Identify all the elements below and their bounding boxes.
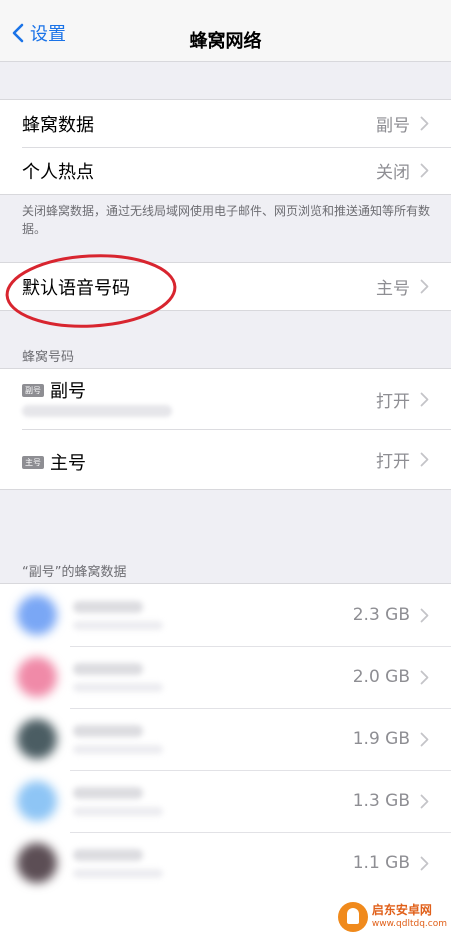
app-icon	[17, 657, 57, 697]
app-usage-value: 1.9 GB	[352, 729, 410, 749]
personal-hotspot-value: 关闭	[376, 163, 410, 183]
chevron-right-icon	[420, 116, 429, 131]
sim-badge: 副号	[22, 383, 44, 397]
sim-status-value: 打开	[376, 451, 410, 472]
sim-section-header: 蜂窝号码	[22, 350, 75, 365]
default-voice-number-label: 默认语音号码	[22, 277, 130, 299]
blurred-app-info	[15, 708, 240, 770]
app-usage-row[interactable]: 1.9 GB	[0, 708, 451, 770]
chevron-right-icon	[420, 732, 429, 746]
app-usage-value: 1.3 GB	[352, 791, 410, 811]
site-watermark: 启东安卓网 www.qdltdq.com	[337, 902, 447, 932]
voice-number-group: 默认语音号码 主号	[0, 262, 451, 311]
chevron-right-icon	[420, 279, 429, 294]
app-usage-value: 2.3 GB	[352, 605, 410, 625]
app-usage-row[interactable]: 2.0 GB	[0, 646, 451, 708]
sim-row-primary[interactable]: 主号 主号 打开	[0, 429, 451, 489]
cellular-settings-group: 蜂窝数据 副号 个人热点 关闭	[0, 99, 451, 195]
app-icon	[17, 843, 57, 883]
chevron-right-icon	[420, 392, 429, 406]
blurred-app-info	[15, 832, 240, 894]
watermark-logo-icon	[337, 902, 368, 932]
app-icon	[17, 719, 57, 759]
cellular-data-row[interactable]: 蜂窝数据 副号	[0, 100, 451, 147]
app-usage-value: 1.1 GB	[352, 853, 410, 873]
cellular-data-value: 副号	[376, 116, 410, 136]
chevron-right-icon	[420, 452, 429, 466]
default-voice-number-value: 主号	[376, 279, 410, 299]
personal-hotspot-label: 个人热点	[22, 161, 94, 183]
chevron-right-icon	[420, 608, 429, 622]
app-icon	[17, 595, 57, 635]
blurred-app-info	[15, 770, 240, 832]
blurred-app-info	[15, 584, 240, 646]
app-usage-value: 2.0 GB	[352, 667, 410, 687]
default-voice-number-row[interactable]: 默认语音号码 主号	[0, 263, 451, 310]
usage-section-header: “副号”的蜂窝数据	[22, 565, 127, 580]
personal-hotspot-row[interactable]: 个人热点 关闭	[0, 147, 451, 194]
chevron-right-icon	[420, 856, 429, 870]
app-usage-row[interactable]: 1.3 GB	[0, 770, 451, 832]
chevron-right-icon	[420, 794, 429, 808]
chevron-right-icon	[420, 163, 429, 178]
sim-info: 主号 主号	[22, 429, 376, 489]
blurred-phone-number	[22, 405, 172, 417]
page-title: 蜂窝网络	[189, 31, 262, 52]
sim-status-value: 打开	[376, 391, 410, 412]
cellular-data-note: 关闭蜂窝数据，通过无线局域网使用电子邮件、网页浏览和推送通知等所有数据。	[22, 204, 431, 236]
sim-numbers-group: 副号 副号 打开 主号 主号 打开	[0, 368, 451, 490]
cellular-data-label: 蜂窝数据	[22, 114, 94, 136]
watermark-url: www.qdltdq.com	[371, 919, 447, 929]
navigation-bar: 设置 蜂窝网络	[0, 0, 451, 62]
watermark-name: 启东安卓网	[371, 903, 432, 917]
sim-name: 副号	[50, 381, 86, 402]
chevron-right-icon	[420, 670, 429, 684]
app-usage-list: 2.3 GB 2.0 GB 1.9 GB 1.3 GB 1.1 GB	[0, 583, 451, 934]
app-usage-row[interactable]: 1.1 GB	[0, 832, 451, 894]
app-icon	[17, 781, 57, 821]
app-usage-row[interactable]: 2.3 GB	[0, 584, 451, 646]
sim-name: 主号	[50, 453, 86, 474]
sim-info: 副号 副号	[22, 369, 376, 429]
sim-row-secondary[interactable]: 副号 副号 打开	[0, 369, 451, 429]
blurred-app-info	[15, 646, 240, 708]
sim-badge: 主号	[22, 455, 44, 469]
